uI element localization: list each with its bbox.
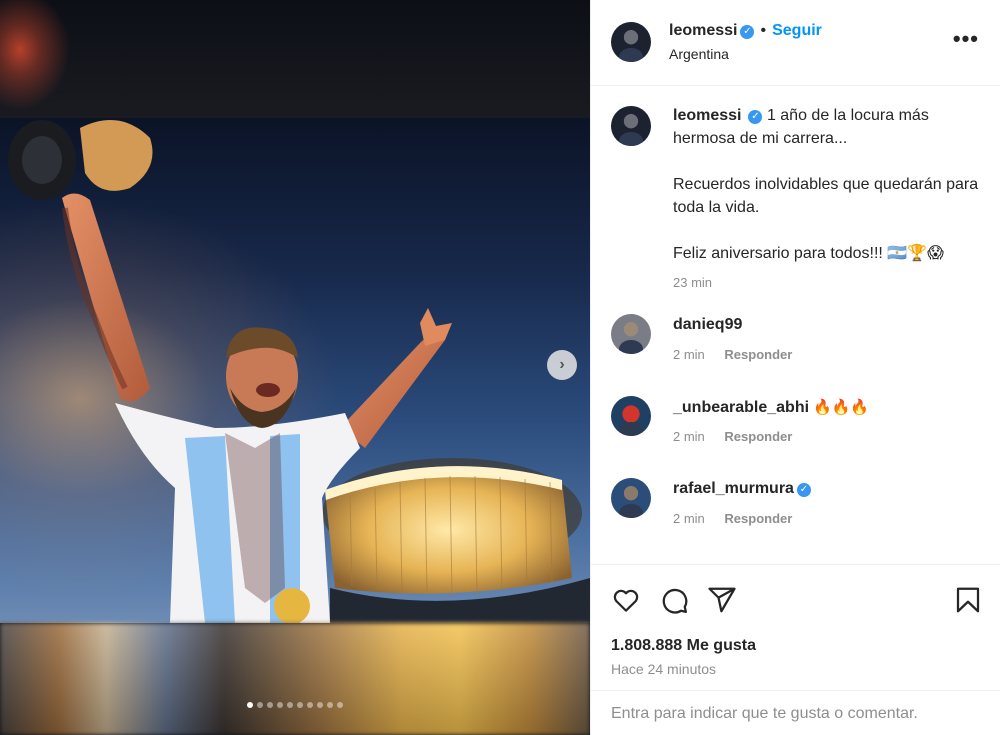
post-photo xyxy=(0,118,590,623)
reply-button[interactable]: Responder xyxy=(724,511,792,526)
follow-separator: • xyxy=(760,22,767,39)
carousel-dot xyxy=(247,702,253,708)
author-line: leomessi ✓ • Seguir xyxy=(669,22,822,40)
carousel-dot xyxy=(327,702,333,708)
commenter-avatar[interactable] xyxy=(611,314,651,354)
verified-badge-icon: ✓ xyxy=(748,109,763,124)
comment-item: _unbearable_abhi 🔥🔥🔥 2 min Responder xyxy=(611,396,991,466)
share-icon[interactable] xyxy=(707,585,737,615)
post-details-panel: leomessi ✓ • Seguir Argentina ••• leomessi ✓… xyxy=(590,0,1000,735)
likes-count[interactable]: 1.808.888 Me gusta xyxy=(611,637,756,655)
verified-badge-icon: ✓ xyxy=(796,482,811,497)
reply-button[interactable]: Responder xyxy=(724,347,792,362)
carousel-dot xyxy=(277,702,283,708)
caption-body: leomessi ✓ 1 año de la locura más hermosa… xyxy=(673,104,989,294)
comments-section[interactable]: leomessi ✓ 1 año de la locura más hermosa… xyxy=(591,86,1000,564)
post-location[interactable]: Argentina xyxy=(669,46,729,62)
verified-badge-icon: ✓ xyxy=(740,24,755,39)
post-actions: 1.808.888 Me gusta Hace 24 minutos xyxy=(591,564,1000,704)
comment-line: rafael_murmura ✓ xyxy=(673,480,811,498)
post-media: › xyxy=(0,0,590,735)
post-timestamp[interactable]: Hace 24 minutos xyxy=(611,661,716,677)
commenter-username[interactable]: danieq99 xyxy=(673,316,742,333)
carousel-dot xyxy=(257,702,263,708)
chevron-right-icon: › xyxy=(559,356,565,373)
comment-item: rafael_murmura ✓ 2 min Responder xyxy=(611,478,991,548)
heart-icon[interactable] xyxy=(611,585,641,615)
comment-item: danieq99 2 min Responder xyxy=(611,314,991,384)
author-username[interactable]: leomessi xyxy=(669,22,737,39)
photo-illustration xyxy=(8,120,590,623)
carousel-dot xyxy=(287,702,293,708)
post-header: leomessi ✓ • Seguir Argentina ••• xyxy=(591,0,1000,86)
comment-meta: 2 min Responder xyxy=(673,347,792,362)
commenter-avatar[interactable] xyxy=(611,478,651,518)
author-avatar[interactable] xyxy=(611,22,651,62)
comment-line: _unbearable_abhi 🔥🔥🔥 xyxy=(673,398,869,417)
more-options-icon[interactable]: ••• xyxy=(953,28,979,50)
follow-button[interactable]: Seguir xyxy=(772,22,822,39)
comment-input[interactable] xyxy=(611,705,981,723)
next-photo-button[interactable]: › xyxy=(547,350,577,380)
comment-line: danieq99 xyxy=(673,316,742,334)
previous-photo-blur xyxy=(0,0,590,118)
comment-icon[interactable] xyxy=(659,585,689,615)
caption-time[interactable]: 23 min xyxy=(673,271,989,294)
carousel-indicator xyxy=(0,702,590,708)
caption-line: leomessi ✓ 1 año de la locura más hermosa… xyxy=(673,104,989,150)
commenter-username[interactable]: rafael_murmura xyxy=(673,480,794,497)
caption-text-2: Recuerdos inolvidables que quedarán para… xyxy=(673,176,979,216)
comment-time[interactable]: 2 min xyxy=(673,511,705,526)
comment-text: 🔥🔥🔥 xyxy=(813,399,870,416)
caption-author-avatar[interactable] xyxy=(611,106,651,146)
commenter-username[interactable]: _unbearable_abhi xyxy=(673,399,809,416)
comment-box xyxy=(591,690,1000,735)
caption-text-3: Feliz aniversario para todos!!! 🇦🇷🏆😱 xyxy=(673,245,944,262)
carousel-dot xyxy=(317,702,323,708)
carousel-dot xyxy=(267,702,273,708)
comment-meta: 2 min Responder xyxy=(673,511,792,526)
carousel-dot xyxy=(337,702,343,708)
carousel-dot xyxy=(297,702,303,708)
caption-username[interactable]: leomessi xyxy=(673,107,741,124)
carousel-dot xyxy=(307,702,313,708)
commenter-avatar[interactable] xyxy=(611,396,651,436)
comment-time[interactable]: 2 min xyxy=(673,429,705,444)
reply-button[interactable]: Responder xyxy=(724,429,792,444)
next-photo-blur xyxy=(0,623,590,735)
bookmark-icon[interactable] xyxy=(953,585,983,615)
comment-time[interactable]: 2 min xyxy=(673,347,705,362)
comment-meta: 2 min Responder xyxy=(673,429,792,444)
